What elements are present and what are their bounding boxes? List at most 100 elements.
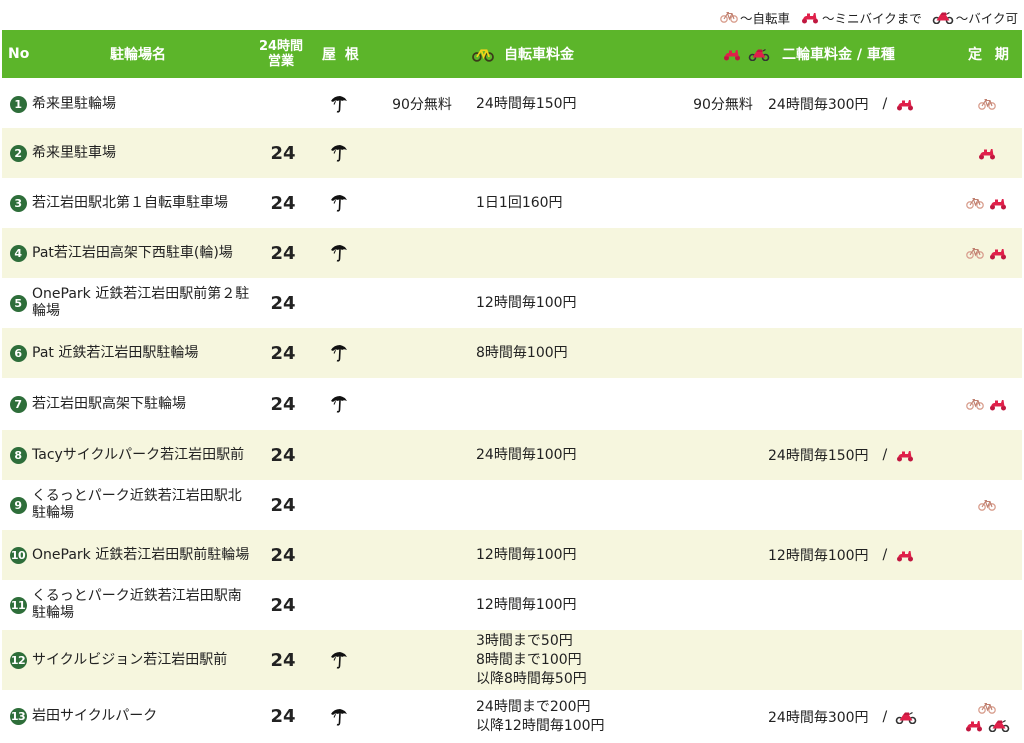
moto-free-time [682,630,764,690]
roof-cell [324,328,354,378]
roof-cell [324,690,354,743]
minibike-icon [895,97,915,111]
parking-name: OnePark 近鉄若江岩田駅前第２駐輪場 [32,278,252,328]
motorbike-icon [932,10,954,24]
parking-name: 岩田サイクルパーク [32,690,252,743]
bike-fee-text: 12時間毎100円 [476,294,577,311]
bicycle-icon [978,702,996,714]
parking-name: サイクルビジョン若江岩田駅前 [32,630,252,690]
moto-fee: 12時間毎100円 / [768,530,968,580]
table-row: 10 OnePark 近鉄若江岩田駅前駐輪場 24 12時間毎100円 12時間毎100… [2,530,1022,580]
minibike-icon [988,397,1008,411]
roof-cell [324,128,354,178]
row-number: 13 [7,690,29,743]
teiki-cell [952,328,1022,378]
teiki-cell [952,278,1022,328]
bicycle-icon [966,398,984,410]
open-24h: 24 [270,142,296,164]
parking-name: Pat若江岩田高架下西駐車(輪)場 [32,228,252,278]
parking-name: 希来里駐車場 [32,128,252,178]
number-badge: 2 [9,144,27,162]
row-number: 12 [7,630,29,690]
moto-fee-text: 24時間毎150円 [768,448,869,464]
teiki-cell [952,228,1022,278]
moto-free-time [682,480,764,530]
roof-cell [324,80,354,128]
umbrella-icon [329,243,349,263]
number-badge: 7 [9,395,27,413]
roof-cell [324,580,354,630]
moto-fee-text: 12時間毎100円 [768,548,869,564]
motorbike-icon [748,47,770,61]
bike-fee-text: 1日1回160円 [476,194,563,211]
number-badge: 13 [9,708,27,725]
bicycle-icon [978,499,996,511]
umbrella-icon [329,193,349,213]
umbrella-icon [329,707,349,727]
row-number: 4 [7,228,29,278]
moto-free-time [682,690,764,743]
bike-fee-text: 12時間毎100円 [476,546,577,563]
number-badge: 6 [9,344,27,362]
header-roof: 屋 根 [322,47,361,63]
number-badge: 10 [9,546,27,564]
bike-free-time [382,278,462,328]
open-24h: 24 [270,494,296,516]
parking-name-text: 希来里駐車場 [32,144,116,161]
bike-fee-text: 12時間毎100円 [476,596,577,613]
bike-free-time [382,228,462,278]
moto-free-time [682,128,764,178]
parking-name-text: 岩田サイクルパーク [32,708,158,724]
teiki-cell [952,80,1022,128]
header-moto-fee: 二輪車料金 / 車種 [722,30,895,78]
table-row: 1 希来里駐輪場 90分無料 24時間毎150円 90分無料 24時間毎300円 / [2,80,1022,128]
bike-free-time [382,378,462,430]
parking-name: Tacyサイクルパーク若江岩田駅前 [32,430,252,480]
moto-fee [768,328,968,378]
row-number: 7 [7,378,29,430]
header-name: 駐輪場名 [110,47,166,63]
table-row: 13 岩田サイクルパーク 24 24時間まで200円 以降12時間毎100円 24時間毎… [2,690,1022,743]
bike-fee-text: 24時間まで200円 以降12時間毎100円 [476,698,605,734]
roof-cell [324,630,354,690]
umbrella-icon [329,343,349,363]
parking-name-text: Tacyサイクルパーク若江岩田駅前 [32,446,245,463]
legend-minibike: ～ミニバイクまで [800,8,922,27]
parking-name: Pat 近鉄若江岩田駅駐輪場 [32,328,252,378]
umbrella-icon [329,394,349,414]
parking-name: 若江岩田駅高架下駐輪場 [32,378,252,430]
roof-cell [324,530,354,580]
parking-name-text: OnePark 近鉄若江岩田駅前第２駐輪場 [32,286,250,319]
table-row: 12 サイクルビジョン若江岩田駅前 24 3時間まで50円 8時間まで100円 以降8… [2,630,1022,690]
open-24h: 24 [270,594,296,616]
parking-name-text: Pat若江岩田高架下西駐車(輪)場 [32,244,233,261]
moto-free-time [682,178,764,228]
table-row: 2 希来里駐車場 24 [2,128,1022,178]
legend-bicycle: ～自転車 [720,8,790,27]
bike-free-time: 90分無料 [392,97,452,113]
bike-fee-text: 3時間まで50円 8時間まで100円 以降8時間毎50円 [476,632,587,687]
moto-fee-separator: / [882,96,888,112]
bike-free-time [382,630,462,690]
open-24h: 24 [270,544,296,566]
motorbike-icon [895,710,917,724]
row-number: 11 [7,580,29,630]
number-badge: 12 [9,651,27,669]
bike-fee: 3時間まで50円 8時間まで100円 以降8時間毎50円 [476,630,676,690]
parking-name-text: Pat 近鉄若江岩田駅駐輪場 [32,344,199,361]
parking-name-text: くるっとパーク近鉄若江岩田駅北駐輪場 [32,488,242,521]
moto-free-time [682,278,764,328]
bike-free-time [382,328,462,378]
parking-name: くるっとパーク近鉄若江岩田駅北駐輪場 [32,480,252,530]
moto-free-time [682,228,764,278]
row-number: 2 [7,128,29,178]
roof-cell [324,480,354,530]
minibike-icon [722,47,742,61]
number-badge: 5 [9,294,27,312]
legend-motorbike: ～バイク可 [932,8,1018,27]
moto-fee: 24時間毎300円 / [768,80,968,128]
bike-fee: 24時間まで200円 以降12時間毎100円 [476,690,676,743]
row-number: 9 [7,480,29,530]
bike-free-time [382,580,462,630]
moto-fee [768,228,968,278]
